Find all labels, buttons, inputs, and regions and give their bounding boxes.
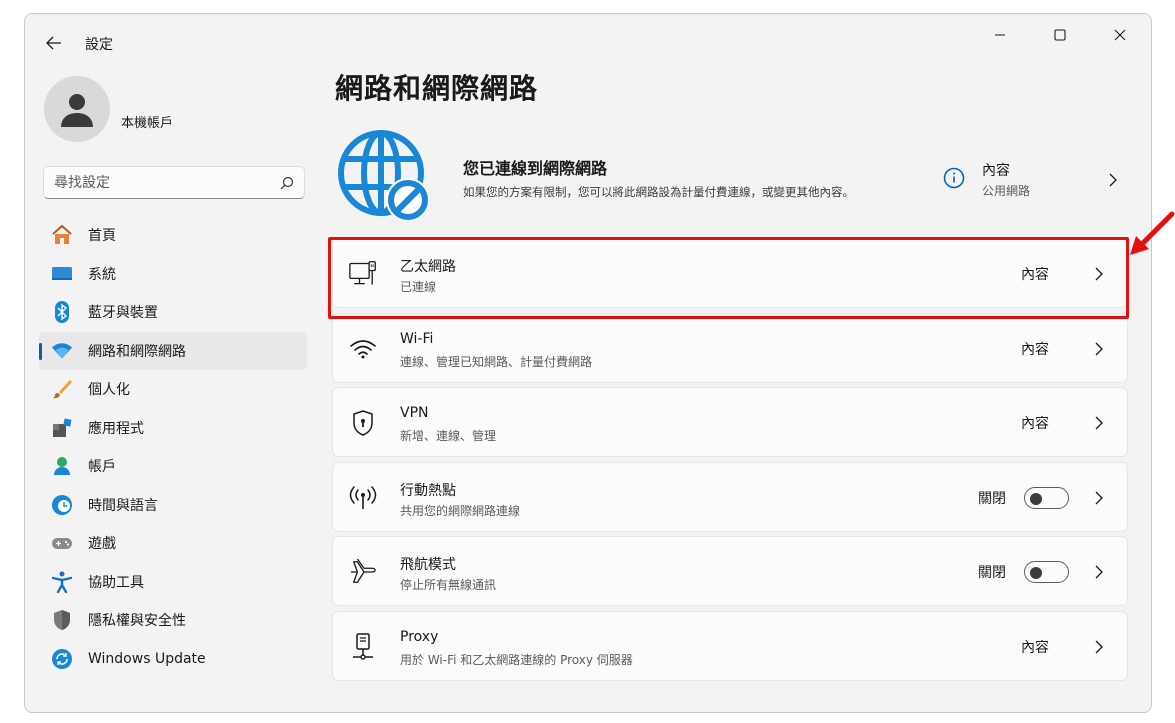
connection-status-title: 您已連線到網際網路 xyxy=(463,159,608,178)
sidebar-item-home[interactable]: 首頁 xyxy=(39,216,307,255)
card-title: Proxy xyxy=(400,628,439,645)
search-icon xyxy=(280,176,294,190)
toggle-knob xyxy=(1030,492,1042,505)
sidebar-item-label: 遊戲 xyxy=(88,536,116,553)
proxy-icon xyxy=(349,632,377,661)
card-title: 飛航模式 xyxy=(400,557,456,573)
avatar[interactable] xyxy=(44,76,110,142)
settings-window: 設定 本機帳戶 首頁 系統 xyxy=(24,13,1152,713)
account-name: 本機帳戶 xyxy=(121,116,174,131)
red-arrow-icon xyxy=(1130,211,1175,255)
card-subtitle: 新增、連線、管理 xyxy=(400,429,497,443)
arrow-left-icon xyxy=(46,36,61,50)
network-wifi-icon xyxy=(51,340,73,362)
minimize-icon xyxy=(995,34,1005,36)
card-subtitle: 共用您的網際網路連線 xyxy=(400,503,521,518)
person-avatar-icon xyxy=(61,94,93,127)
chevron-right-icon xyxy=(1095,342,1103,355)
sidebar-item-label: 藍牙與裝置 xyxy=(88,305,158,322)
sidebar-item-time-language[interactable]: 時間與語言 xyxy=(39,486,307,525)
card-properties-label: 內容 xyxy=(1021,416,1049,432)
bluetooth-icon xyxy=(51,301,73,324)
network-profile-type: 公用網路 xyxy=(982,184,1031,198)
card-vpn[interactable]: VPN 新增、連線、管理 內容 xyxy=(332,387,1128,457)
sidebar-item-bluetooth[interactable]: 藍牙與裝置 xyxy=(39,293,307,332)
toggle-state-label: 關閉 xyxy=(978,565,1006,581)
info-icon xyxy=(943,167,965,189)
card-airplane-mode[interactable]: 飛航模式 停止所有無線通訊 關閉 xyxy=(332,536,1128,606)
sidebar-item-label: 時間與語言 xyxy=(88,497,158,514)
system-icon xyxy=(51,263,73,285)
chevron-right-icon xyxy=(1095,416,1103,430)
sidebar-item-label: 帳戶 xyxy=(88,459,116,476)
sidebar-item-label: 網路和網際網路 xyxy=(88,343,186,360)
card-title: Wi-Fi xyxy=(400,330,434,347)
chevron-right-icon xyxy=(1095,491,1103,504)
chevron-right-icon xyxy=(1095,565,1103,579)
toggle-state-label: 關閉 xyxy=(978,490,1006,507)
sidebar-item-label: 隱私權與安全性 xyxy=(88,613,186,630)
chevron-right-icon xyxy=(1095,640,1103,653)
card-mobile-hotspot[interactable]: 行動熱點 共用您的網際網路連線 關閉 xyxy=(332,461,1128,532)
sidebar-item-label: 應用程式 xyxy=(88,420,144,437)
clock-globe-icon xyxy=(51,494,73,516)
airplane-mode-toggle[interactable] xyxy=(1024,561,1069,583)
sidebar-item-accessibility[interactable]: 協助工具 xyxy=(39,563,307,602)
sidebar-item-label: 個人化 xyxy=(88,382,130,399)
sidebar-nav: 首頁 系統 藍牙與裝置 網路和網際網路 個人化 應用程式 帳戶 時間與語言 遊戲… xyxy=(39,216,307,678)
home-icon xyxy=(51,224,73,246)
airplane-icon xyxy=(349,558,377,586)
sidebar-item-apps[interactable]: 應用程式 xyxy=(39,409,307,448)
card-subtitle: 用於 Wi-Fi 和乙太網路連線的 Proxy 伺服器 xyxy=(400,652,633,667)
card-subtitle: 連線、管理已知網路、計量付費網路 xyxy=(400,354,593,369)
shield-icon xyxy=(51,609,73,631)
sidebar-item-accounts[interactable]: 帳戶 xyxy=(39,447,307,486)
maximize-icon xyxy=(1054,29,1066,41)
sidebar-item-label: Windows Update xyxy=(88,650,206,667)
sidebar-item-privacy[interactable]: 隱私權與安全性 xyxy=(39,601,307,640)
minimize-button[interactable] xyxy=(977,20,1023,50)
highlight-box xyxy=(328,237,1129,319)
update-icon xyxy=(51,648,73,670)
sidebar-item-personalization[interactable]: 個人化 xyxy=(39,370,307,409)
vpn-shield-icon xyxy=(349,409,377,437)
apps-icon xyxy=(51,417,73,439)
card-proxy[interactable]: Proxy 用於 Wi-Fi 和乙太網路連線的 Proxy 伺服器 內容 xyxy=(332,610,1128,681)
back-button[interactable] xyxy=(39,30,69,56)
brush-icon xyxy=(51,378,73,400)
sidebar-item-label: 首頁 xyxy=(88,228,116,245)
card-title: 行動熱點 xyxy=(400,482,456,499)
toggle-knob xyxy=(1030,567,1042,579)
connection-status-description: 如果您的方案有限制，您可以將此網路設為計量付費連線，或變更其他內容。 xyxy=(463,185,854,199)
globe-blocked-icon xyxy=(338,130,430,222)
sidebar-item-system[interactable]: 系統 xyxy=(39,255,307,294)
page-title: 網路和網際網路 xyxy=(335,72,539,105)
search-input[interactable] xyxy=(54,167,269,198)
sidebar-item-network[interactable]: 網路和網際網路 xyxy=(39,331,307,370)
close-button[interactable] xyxy=(1097,20,1143,50)
card-properties-label: 內容 xyxy=(1021,341,1049,358)
person-icon xyxy=(51,455,73,477)
card-subtitle: 停止所有無線通訊 xyxy=(400,578,497,592)
maximize-button[interactable] xyxy=(1037,20,1083,50)
card-wifi[interactable]: Wi-Fi 連線、管理已知網路、計量付費網路 內容 xyxy=(332,312,1128,383)
accessibility-icon xyxy=(51,571,73,593)
sidebar-item-gaming[interactable]: 遊戲 xyxy=(39,524,307,563)
hotspot-toggle[interactable] xyxy=(1024,486,1069,509)
gamepad-icon xyxy=(51,532,73,554)
hero-properties-link[interactable]: 內容 xyxy=(982,160,1010,180)
hotspot-icon xyxy=(349,484,377,512)
sidebar-item-label: 協助工具 xyxy=(88,574,144,591)
card-properties-label: 內容 xyxy=(1021,639,1049,656)
search-box[interactable] xyxy=(43,166,305,199)
close-icon xyxy=(1114,29,1126,41)
chevron-right-icon[interactable] xyxy=(1105,172,1121,188)
sidebar-item-windows-update[interactable]: Windows Update xyxy=(39,640,307,679)
app-title: 設定 xyxy=(85,37,113,53)
sidebar-item-label: 系統 xyxy=(88,266,116,283)
card-title: VPN xyxy=(400,405,429,421)
wifi-icon xyxy=(349,335,377,363)
